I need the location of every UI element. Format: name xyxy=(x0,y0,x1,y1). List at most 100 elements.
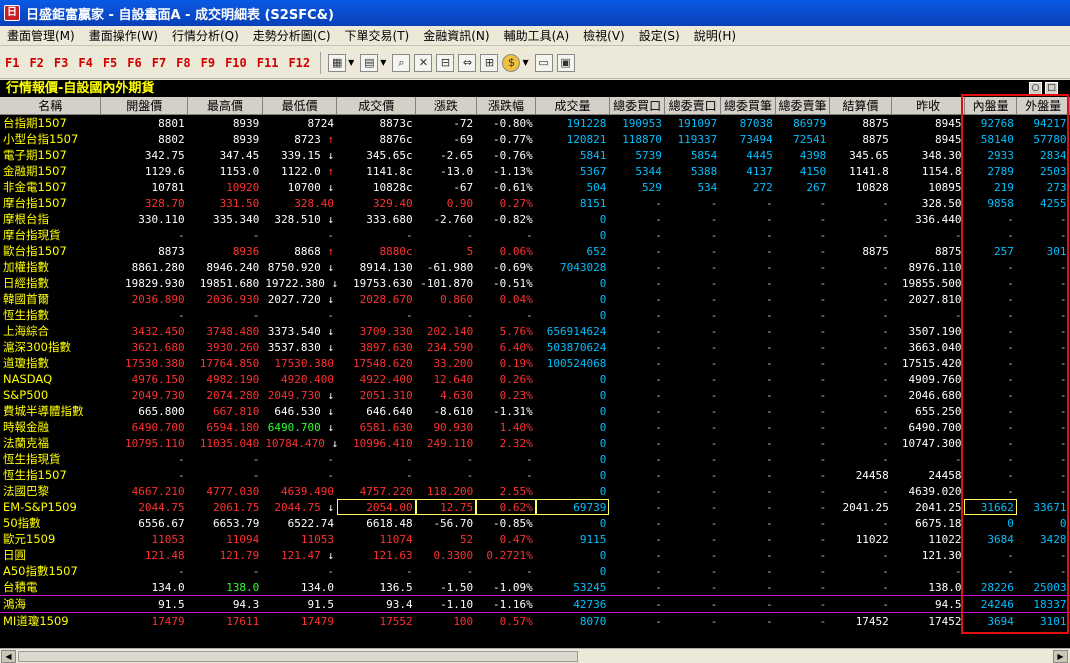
cell-sn: - xyxy=(819,452,827,466)
cell-chg: 90.930 xyxy=(433,420,474,434)
close-window-icon[interactable]: ✕ xyxy=(414,53,433,72)
split-vertical-icon[interactable]: ⊟ xyxy=(436,53,455,72)
column-header[interactable]: 成交價 xyxy=(336,97,417,115)
search-icon[interactable]: ○ xyxy=(1029,82,1042,95)
restore-icon[interactable]: □ xyxy=(1045,82,1058,95)
column-header[interactable]: 漲跌幅 xyxy=(476,97,537,115)
table-row[interactable]: A50指數1507 - - - - - - 0 - - - - - - - - xyxy=(0,563,1070,579)
function-key-button[interactable]: F6 xyxy=(122,56,146,70)
column-header[interactable]: 結算價 xyxy=(829,97,893,115)
scroll-thumb[interactable] xyxy=(18,651,578,662)
column-header[interactable]: 名稱 xyxy=(0,97,102,115)
table-row[interactable]: 台指期1507 8801 8939 8724 8873c -72 -0.80% 191228… xyxy=(0,115,1070,132)
window-icon[interactable]: ▣ xyxy=(556,53,575,72)
table-row[interactable]: 日圓 121.48 121.79 121.47 ↓ 121.63 0.3300 0.2721… xyxy=(0,547,1070,563)
column-header[interactable]: 總委賣口 xyxy=(664,97,721,115)
table-row[interactable]: 滬深300指數 3621.680 3930.260 3537.830 ↓ 3897.63… xyxy=(0,339,1070,355)
table-row[interactable]: 歐台指1507 8873 8936 8868 ↑ 8880c 5 0.06% 652- - - -8… xyxy=(0,243,1070,259)
cell-value: 8723 xyxy=(294,132,321,146)
table-row[interactable]: 道瓊指數 17530.380 17764.850 17530.380 17548.62… xyxy=(0,355,1070,371)
function-key-button[interactable]: F4 xyxy=(73,56,97,70)
alert-icon[interactable]: ▤ xyxy=(360,53,379,72)
menu-item[interactable]: 畫面管理(M) xyxy=(0,27,82,44)
search-icon[interactable]: ⌕ xyxy=(392,53,411,72)
cell-pct: 0.2721% xyxy=(486,548,533,562)
table-row[interactable]: 摩根台指 330.110 335.340 328.510 ↓ 333.680 -2.760… xyxy=(0,211,1070,227)
function-key-button[interactable]: F9 xyxy=(196,56,220,70)
table-row[interactable]: 上海綜合 3432.450 3748.480 3373.540 ↓ 3709.330 20… xyxy=(0,323,1070,339)
table-row[interactable]: 加權指數 8861.280 8946.240 8750.920 ↓ 8914.130 -6… xyxy=(0,259,1070,275)
scroll-right-icon[interactable]: ▶ xyxy=(1053,650,1068,663)
table-row[interactable]: EM-S&P1509 2044.75 2061.75 2044.75 ↓ 2054.00… xyxy=(0,499,1070,515)
function-key-button[interactable]: F5 xyxy=(98,56,122,70)
split-grid-icon[interactable]: ⊞ xyxy=(480,53,499,72)
menu-item[interactable]: 金融資訊(N) xyxy=(416,27,496,44)
horizontal-scrollbar[interactable]: ◀ ▶ xyxy=(0,648,1070,663)
split-horizontal-icon[interactable]: ⇔ xyxy=(458,53,477,72)
table-row[interactable]: 恆生指數 - - - - - - 0 - - - - - - - - xyxy=(0,307,1070,323)
tile-icon[interactable]: ▭ xyxy=(534,53,553,72)
column-header[interactable]: 最低價 xyxy=(262,97,338,115)
function-key-button[interactable]: F10 xyxy=(220,56,252,70)
function-key-button[interactable]: F12 xyxy=(283,56,315,70)
cell-outer: - xyxy=(1059,308,1067,322)
table-row[interactable]: 時報金融 6490.700 6594.180 6490.700 ↓ 6581.630 90… xyxy=(0,419,1070,435)
cell-pct: -0.69% xyxy=(492,260,533,274)
function-key-button[interactable]: F2 xyxy=(24,56,48,70)
column-header[interactable]: 成交量 xyxy=(535,97,610,115)
table-row[interactable]: 法國巴黎 4667.210 4777.030 4639.490 4757.220 118… xyxy=(0,483,1070,499)
column-header[interactable]: 總委買筆 xyxy=(720,97,777,115)
function-key-button[interactable]: F8 xyxy=(171,56,195,70)
table-row[interactable]: 小型台指1507 8802 8939 8723 ↑ 8876c -69 -0.77% 1208… xyxy=(0,131,1070,147)
table-row[interactable]: S&P500 2049.730 2074.280 2049.730 ↓ 2051.310… xyxy=(0,387,1070,403)
menu-item[interactable]: 說明(H) xyxy=(687,27,743,44)
table-row[interactable]: 鴻海 91.5 94.3 91.5 93.4 -1.10 -1.16% 42736- - - - -… xyxy=(0,595,1070,613)
table-row[interactable]: 日經指數 19829.930 19851.680 19722.380 ↓ 19753.6… xyxy=(0,275,1070,291)
table-row[interactable]: 恆生指1507 - - - - - - 0 - - - - 24458 24458 - - xyxy=(0,467,1070,483)
menu-item[interactable]: 行情分析(Q) xyxy=(165,27,246,44)
menu-item[interactable]: 檢視(V) xyxy=(576,27,632,44)
row-name: 道瓊指數 xyxy=(3,356,49,370)
table-row[interactable]: 非金電1507 10781 10920 10700 ↓ 10828c -67 -0.61% 5… xyxy=(0,179,1070,195)
table-row[interactable]: 台積電 134.0 138.0 134.0 136.5 -1.50 -1.09% 53245… xyxy=(0,579,1070,596)
column-header[interactable]: 總委賣筆 xyxy=(775,97,830,115)
table-row[interactable]: 電子期1507 342.75 347.45 339.15 ↓ 345.65c -2.65-… xyxy=(0,147,1070,163)
table-row[interactable]: 歐元1509 11053 11094 11053 11074 52 0.47% 9115 - -… xyxy=(0,531,1070,547)
function-key-button[interactable]: F11 xyxy=(252,56,284,70)
table-row[interactable]: NASDAQ 4976.150 4982.190 4920.400 4922.400 1… xyxy=(0,371,1070,387)
table-row[interactable]: 恆生指現貨 - - - - - - 0 - - - - - - - - xyxy=(0,451,1070,467)
function-key-button[interactable]: F1 xyxy=(0,56,24,70)
table-row[interactable]: MI道瓊1509 17479 17611 17479 17552 100 0.57% 807… xyxy=(0,612,1070,629)
cell-vol: 0 xyxy=(599,484,607,498)
chevron-down-icon[interactable]: ▼ xyxy=(348,58,354,67)
menu-item[interactable]: 走勢分析圖(C) xyxy=(246,27,338,44)
column-header[interactable]: 最高價 xyxy=(187,97,263,115)
table-row[interactable]: 50指數 6556.67 6653.79 6522.74 6618.48 -56.70 -… xyxy=(0,515,1070,531)
chevron-down-icon[interactable]: ▼ xyxy=(522,58,528,67)
column-header[interactable]: 內盤量 xyxy=(964,97,1018,115)
table-row[interactable]: 摩台指現貨 - - - - - - 0 - - - - - - - - xyxy=(0,227,1070,243)
cell-sn: - xyxy=(819,212,827,226)
column-header[interactable]: 昨收 xyxy=(891,97,965,115)
scroll-left-icon[interactable]: ◀ xyxy=(1,650,16,663)
menu-item[interactable]: 輔助工具(A) xyxy=(497,27,577,44)
menu-item[interactable]: 畫面操作(W) xyxy=(82,27,165,44)
function-key-button[interactable]: F3 xyxy=(49,56,73,70)
layout-icon[interactable]: ▦ xyxy=(328,53,347,72)
menu-item[interactable]: 下單交易(T) xyxy=(338,27,417,44)
table-row[interactable]: 摩台指1507 328.70 331.50 328.40 329.40 0.90 0.27… xyxy=(0,195,1070,211)
column-header[interactable]: 外盤量 xyxy=(1016,97,1070,115)
coin-icon[interactable]: $ xyxy=(502,53,521,72)
column-header[interactable]: 開盤價 xyxy=(100,97,189,115)
menu-item[interactable]: 設定(S) xyxy=(632,27,687,44)
table-row[interactable]: 金融期1507 1129.6 1153.0 1122.0 ↑ 1141.8c -13.0-… xyxy=(0,163,1070,179)
table-row[interactable]: 費城半導體指數 665.800 667.810 646.530 ↓ 646.640 -8.… xyxy=(0,403,1070,419)
table-row[interactable]: 法蘭克福 10795.110 11035.040 10784.470 ↓ 10996.4… xyxy=(0,435,1070,451)
column-header[interactable]: 漲跌 xyxy=(415,97,477,115)
cell-settle: 24458 xyxy=(855,468,889,482)
column-header[interactable]: 總委買口 xyxy=(609,97,666,115)
function-key-button[interactable]: F7 xyxy=(147,56,171,70)
cell-pct: - xyxy=(526,564,533,578)
table-row[interactable]: 韓國首爾 2036.890 2036.930 2027.720 ↓ 2028.670 0.… xyxy=(0,291,1070,307)
chevron-down-icon[interactable]: ▼ xyxy=(380,58,386,67)
